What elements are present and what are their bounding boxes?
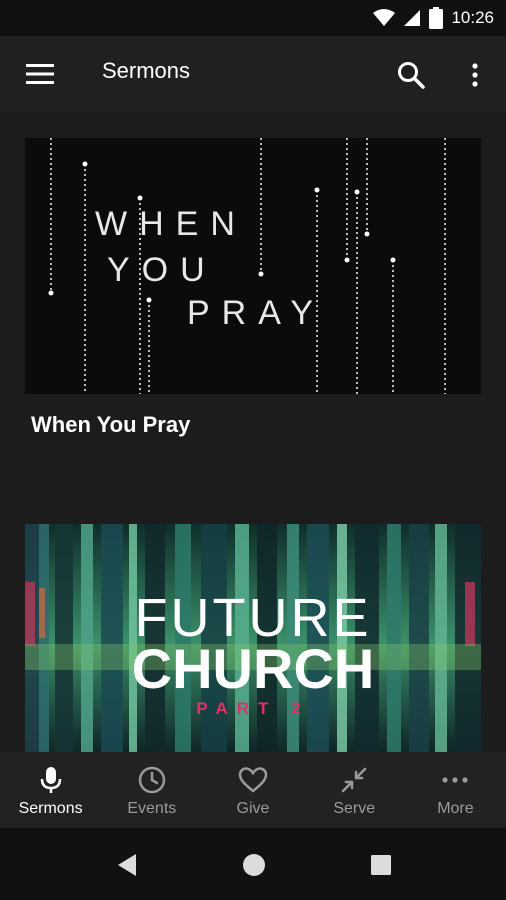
- home-button[interactable]: [241, 852, 267, 878]
- artwork-line-1: WHEN: [95, 205, 247, 243]
- sermon-artwork[interactable]: FUTURE CHURCH PART 2: [25, 524, 481, 752]
- sermon-title[interactable]: When You Pray: [25, 412, 481, 438]
- page-title: Sermons: [102, 58, 191, 83]
- artwork-line-2: CHURCH: [132, 637, 375, 700]
- artwork-line-2: YOU: [107, 251, 217, 289]
- dots-vertical-icon: [472, 63, 478, 87]
- battery-icon: [429, 7, 444, 29]
- arrows-inward-icon: [341, 767, 367, 793]
- artwork-line-3: PRAY: [187, 294, 325, 332]
- nav-label: Sermons: [18, 800, 83, 817]
- sermon-card[interactable]: WHEN YOU PRAY When You Pray: [25, 138, 481, 438]
- nav-item-events[interactable]: Events: [101, 752, 202, 828]
- app-bar: Sermons: [0, 36, 506, 112]
- nav-item-serve[interactable]: Serve: [304, 752, 405, 828]
- heart-icon: [238, 767, 268, 793]
- artwork-line-3: PART 2: [196, 699, 309, 718]
- dots-horizontal-icon: [442, 777, 469, 783]
- bottom-navigation: Sermons Events Give Serve More: [0, 752, 506, 828]
- home-circle-icon: [243, 854, 265, 876]
- nav-label: Give: [236, 800, 270, 817]
- sermon-artwork[interactable]: WHEN YOU PRAY: [25, 138, 481, 394]
- nav-item-sermons[interactable]: Sermons: [0, 752, 101, 828]
- future-church-artwork: FUTURE CHURCH PART 2: [25, 524, 481, 752]
- nav-label: Events: [127, 800, 177, 817]
- status-time: 10:26: [451, 8, 494, 27]
- nav-item-more[interactable]: More: [405, 752, 506, 828]
- hamburger-menu-icon: [26, 64, 54, 84]
- wifi-icon: [373, 9, 396, 26]
- sermon-list: WHEN YOU PRAY When You Pray FUTURE CHURC…: [0, 112, 506, 752]
- menu-button[interactable]: [22, 60, 58, 88]
- nav-label: Serve: [333, 800, 376, 817]
- sermon-card[interactable]: FUTURE CHURCH PART 2: [25, 524, 481, 752]
- overflow-menu-button[interactable]: [462, 58, 488, 92]
- back-triangle-icon: [118, 854, 136, 876]
- status-bar: 10:26: [0, 0, 506, 36]
- cell-signal-icon: [404, 10, 421, 26]
- nav-item-give[interactable]: Give: [202, 752, 303, 828]
- recents-square-icon: [371, 855, 391, 875]
- nav-label: More: [437, 800, 474, 817]
- back-button[interactable]: [114, 852, 140, 878]
- when-you-pray-artwork: WHEN YOU PRAY: [25, 138, 481, 394]
- system-navigation-bar: [0, 828, 506, 900]
- clock-icon: [138, 766, 166, 794]
- recents-button[interactable]: [368, 852, 394, 878]
- search-icon: [398, 62, 425, 89]
- search-button[interactable]: [394, 58, 428, 92]
- microphone-icon: [40, 767, 61, 793]
